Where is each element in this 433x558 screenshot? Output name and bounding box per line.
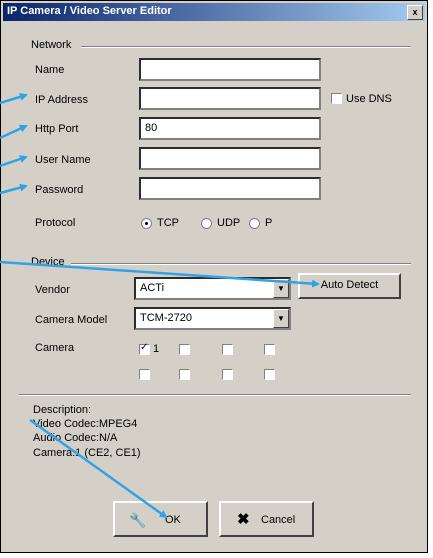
device-section-label: Device: [31, 256, 65, 268]
camera-checkbox-7[interactable]: [222, 369, 233, 380]
password-label: Password: [35, 184, 84, 196]
camera-model-select[interactable]: TCM-2720 ▼: [134, 307, 291, 330]
auto-detect-button[interactable]: Auto Detect: [298, 273, 401, 299]
http-port-label: Http Port: [35, 123, 79, 135]
camera-model-label: Camera Model: [35, 314, 108, 326]
ok-button[interactable]: 🔧 OK: [113, 501, 208, 537]
http-port-field[interactable]: 80: [139, 117, 321, 140]
chevron-down-icon[interactable]: ▼: [273, 279, 289, 298]
camera-checkbox-8[interactable]: [264, 369, 275, 380]
device-divider: [71, 263, 411, 265]
editor-window: IP Camera / Video Server Editor x Networ…: [0, 0, 428, 553]
protocol-udp-radio[interactable]: [201, 218, 212, 229]
network-section-label: Network: [31, 39, 72, 51]
camera-checkbox-4[interactable]: [264, 344, 275, 355]
close-button[interactable]: x: [407, 5, 423, 20]
wrench-icon: 🔧: [129, 512, 147, 528]
title-bar: IP Camera / Video Server Editor x: [3, 3, 425, 21]
vendor-value: ACTi: [140, 282, 165, 294]
ip-address-label: IP Address: [35, 94, 88, 106]
name-label: Name: [35, 64, 65, 76]
protocol-tcp-radio[interactable]: [141, 218, 152, 229]
camera-checkbox-3[interactable]: [222, 344, 233, 355]
user-name-label: User Name: [35, 154, 91, 166]
ip-address-field[interactable]: [139, 87, 321, 110]
name-field[interactable]: [139, 58, 321, 81]
protocol-p-label: P: [265, 217, 273, 229]
camera-index-label: 1: [153, 343, 160, 355]
close-icon: ✖: [237, 511, 250, 528]
camera-checkbox-2[interactable]: [179, 344, 190, 355]
description-divider: [19, 394, 411, 396]
use-dns-checkbox[interactable]: [331, 93, 342, 104]
protocol-label: Protocol: [35, 217, 76, 229]
network-divider: [81, 46, 411, 48]
window-title: IP Camera / Video Server Editor: [7, 5, 172, 17]
camera-checkbox-1[interactable]: [139, 342, 150, 355]
ok-label: OK: [165, 514, 181, 526]
description-line-video: Video Codec:MPEG4: [33, 418, 138, 430]
description-line-camera: Camera:1 (CE2, CE1): [33, 447, 141, 459]
use-dns-label: Use DNS: [346, 93, 392, 105]
protocol-udp-label: UDP: [217, 217, 241, 229]
camera-checkbox-6[interactable]: [179, 369, 190, 380]
cancel-button[interactable]: ✖ Cancel: [219, 501, 314, 537]
camera-label: Camera: [35, 342, 75, 354]
camera-model-value: TCM-2720: [140, 312, 192, 324]
chevron-down-icon[interactable]: ▼: [273, 309, 289, 328]
protocol-p-radio[interactable]: [249, 218, 260, 229]
cancel-label: Cancel: [261, 514, 296, 526]
protocol-tcp-label: TCP: [157, 217, 179, 229]
password-field[interactable]: [139, 177, 321, 200]
user-name-field[interactable]: [139, 147, 321, 170]
vendor-select[interactable]: ACTi ▼: [134, 277, 291, 300]
description-title: Description:: [33, 404, 92, 416]
camera-checkbox-5[interactable]: [139, 369, 150, 380]
description-line-audio: Audio Codec:N/A: [33, 432, 118, 444]
vendor-label: Vendor: [35, 284, 70, 296]
